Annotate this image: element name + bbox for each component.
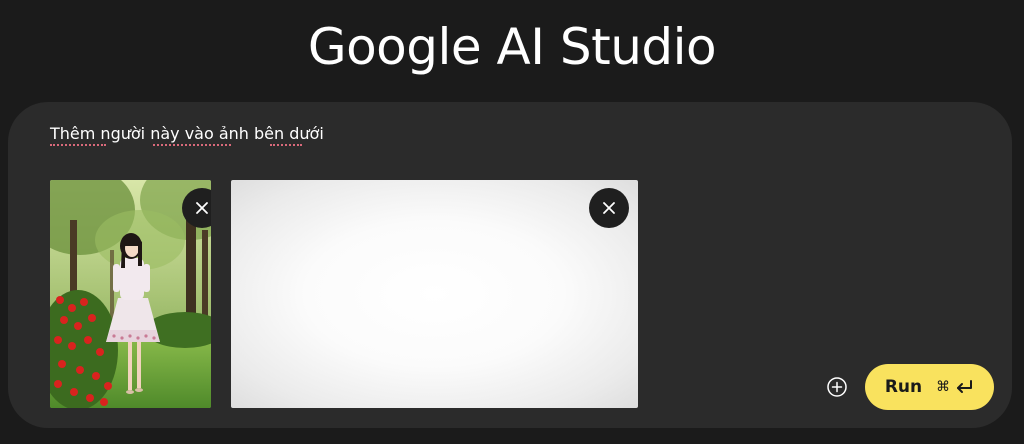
spellcheck-underline [270, 144, 302, 146]
attachment-image-2[interactable] [231, 180, 638, 408]
attachment-image-1[interactable] [50, 180, 211, 408]
add-media-button[interactable] [826, 376, 848, 398]
remove-attachment-button[interactable] [589, 188, 629, 228]
plus-circle-icon [827, 377, 847, 397]
enter-key-icon [957, 380, 973, 393]
close-icon [196, 202, 208, 214]
prompt-composer: Thêm người này vào ảnh bên dưới Run ⌘ [8, 102, 1012, 428]
prompt-input[interactable]: Thêm người này vào ảnh bên dưới [50, 124, 324, 143]
spellcheck-underline [153, 144, 231, 146]
app-title: Google AI Studio [307, 18, 717, 76]
run-button-label: Run [884, 377, 923, 397]
page: Google AI Studio Thêm người này vào ảnh … [0, 0, 1024, 444]
keyboard-shortcut: ⌘ [936, 379, 974, 395]
spellcheck-underline [50, 144, 106, 146]
close-icon [603, 202, 615, 214]
command-key-symbol: ⌘ [936, 379, 951, 395]
run-button[interactable]: Run ⌘ [865, 364, 994, 410]
